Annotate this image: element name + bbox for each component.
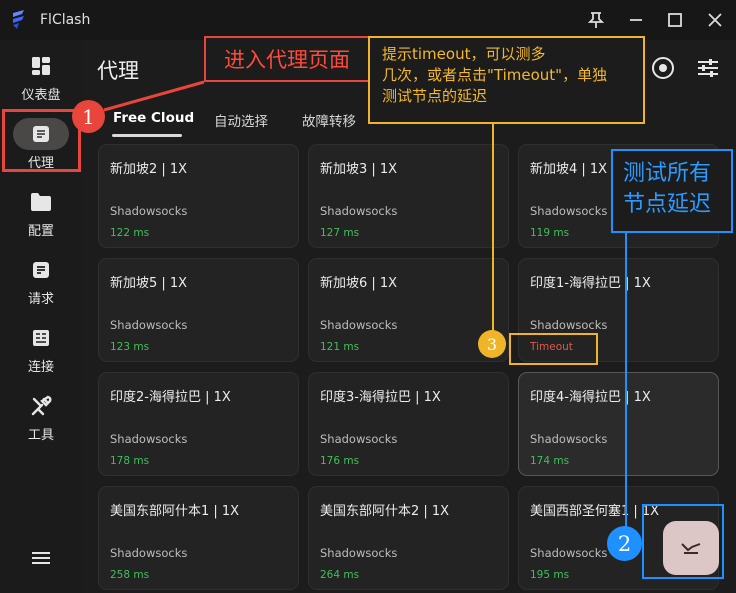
annotation-step2-line: 测试所有: [623, 161, 712, 186]
annotation-step3-line: 几次，或者点击"Timeout"，单独: [382, 66, 608, 84]
annotation-badge-3: 3: [478, 330, 506, 358]
annotation-step3-line: 测试节点的延迟: [382, 87, 488, 105]
annotation-step3-line: 提示timeout，可以测多: [382, 45, 546, 63]
annotation-highlight-timeout: [509, 333, 598, 365]
annotation-step2-line: 节点延迟: [623, 192, 712, 217]
annotation-badge-2: 2: [607, 526, 642, 561]
annotation-step1-label: 进入代理页面: [204, 36, 370, 82]
annotation-step2-label: 测试所有 节点延迟: [611, 149, 733, 233]
annotation-badge-1: 1: [72, 100, 105, 133]
annotation-step3-label: 提示timeout，可以测多 几次，或者点击"Timeout"，单独 测试节点的…: [368, 36, 645, 124]
annotation-highlight-test-button: [642, 504, 724, 579]
app-window: FlClash 仪表盘 代理 配置 请求 连接 工具 代理 Free Cloud…: [0, 0, 736, 593]
